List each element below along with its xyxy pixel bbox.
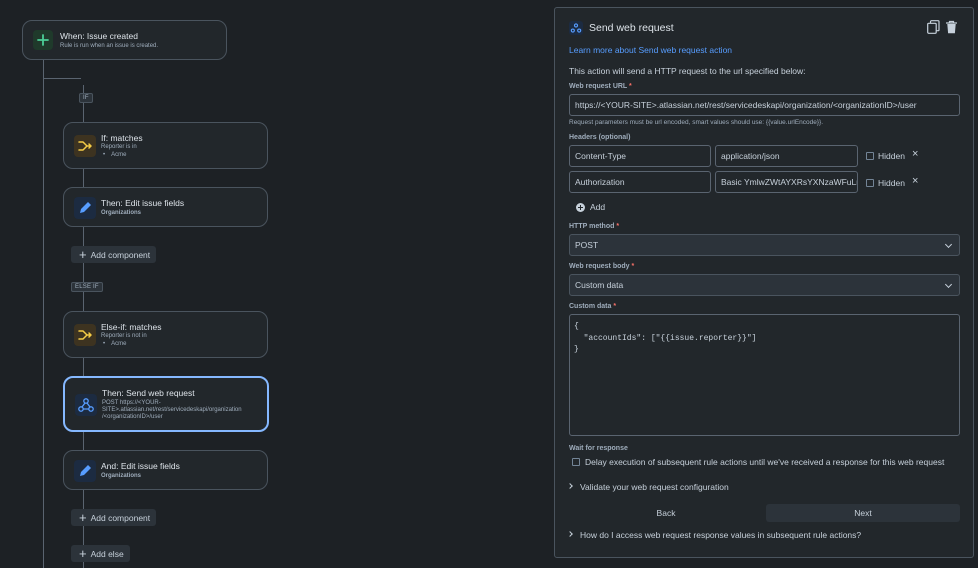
trigger-title: When: Issue created xyxy=(60,31,138,41)
main-connector xyxy=(43,60,44,568)
else-if-subtitle: Reporter is not in xyxy=(101,333,147,339)
send-web-request-line-3: /<organizationID>/user xyxy=(102,414,163,420)
method-value: POST xyxy=(575,240,599,250)
branch-icon xyxy=(74,324,96,346)
add-component-button-2[interactable]: + Add component xyxy=(71,509,157,526)
if-condition-value: Acme xyxy=(103,152,126,158)
else-if-title: Else-if: matches xyxy=(101,322,162,332)
header-name-input-2[interactable]: Authorization xyxy=(569,171,711,193)
panel-description: This action will send a HTTP request to … xyxy=(569,66,806,76)
validate-toggle[interactable]: Validate your web request configuration xyxy=(580,482,729,492)
custom-data-label: Custom data * xyxy=(569,303,617,310)
plus-icon: + xyxy=(79,247,87,262)
body-value: Custom data xyxy=(575,280,624,290)
send-web-request-line-2: SITE>.atlassian.net/rest/servicedeskapi/… xyxy=(102,407,242,413)
and-edit-card[interactable]: And: Edit issue fields Organizations xyxy=(63,450,268,490)
if-condition-card[interactable]: If: matches Reporter is in Acme xyxy=(63,122,268,169)
faq-toggle[interactable]: How do I access web request response val… xyxy=(580,530,861,540)
header-name-input[interactable]: Content-Type xyxy=(569,145,711,167)
and-edit-title: And: Edit issue fields xyxy=(101,461,180,471)
pencil-icon xyxy=(74,197,96,219)
send-web-request-line-1: POST https://<YOUR- xyxy=(102,400,161,406)
url-input[interactable]: https://<YOUR-SITE>.atlassian.net/rest/s… xyxy=(569,94,960,116)
send-web-request-panel: Send web request Learn more about Send w… xyxy=(554,7,974,558)
if-condition-subtitle: Reporter is in xyxy=(101,144,137,150)
remove-header-icon[interactable]: × xyxy=(912,148,918,160)
add-component-button[interactable]: + Add component xyxy=(71,246,157,263)
header-value-input-2[interactable]: Basic YmlwZWtAYXRsYXNzaWFuLm xyxy=(715,171,858,193)
add-header-button[interactable]: Add xyxy=(576,202,605,212)
chevron-down-icon xyxy=(944,240,953,249)
if-tag: IF xyxy=(79,93,93,103)
url-label: Web request URL * xyxy=(569,83,632,90)
wait-label: Wait for response xyxy=(569,445,628,452)
header-hidden-label: Hidden xyxy=(878,151,905,161)
add-component-label-2: Add component xyxy=(90,512,151,523)
trigger-card[interactable]: When: Issue created Rule is run when an … xyxy=(22,20,227,60)
url-help-text: Request parameters must be url encoded, … xyxy=(569,119,824,126)
branch-icon xyxy=(74,135,96,157)
else-if-condition-card[interactable]: Else-if: matches Reporter is not in Acme xyxy=(63,311,268,358)
chevron-right-icon xyxy=(567,483,573,489)
wait-checkbox-label: Delay execution of subsequent rule actio… xyxy=(585,457,945,467)
custom-data-textarea[interactable]: { "accountIds": ["{{issue.reporter}}"] } xyxy=(569,314,960,436)
learn-more-link[interactable]: Learn more about Send web request action xyxy=(569,45,732,55)
else-if-tag: ELSE IF xyxy=(71,282,103,292)
send-web-request-card[interactable]: Then: Send web request POST https://<YOU… xyxy=(63,376,269,432)
then-edit-card[interactable]: Then: Edit issue fields Organizations xyxy=(63,187,268,227)
add-header-label: Add xyxy=(590,202,606,212)
plus-icon: + xyxy=(79,546,87,561)
chevron-down-icon xyxy=(944,280,953,289)
add-else-button[interactable]: + Add else xyxy=(71,545,130,562)
branch-connector-top xyxy=(43,78,81,79)
body-label: Web request body * xyxy=(569,263,635,270)
add-circle-icon xyxy=(576,202,585,212)
header-value-input[interactable]: application/json xyxy=(715,145,858,167)
method-label: HTTP method * xyxy=(569,223,620,230)
remove-header-icon-2[interactable]: × xyxy=(912,175,918,187)
plus-icon xyxy=(33,30,53,50)
method-select[interactable]: POST xyxy=(569,234,960,256)
add-else-label: Add else xyxy=(90,548,124,559)
headers-label: Headers (optional) xyxy=(569,134,631,141)
else-if-value: Acme xyxy=(103,341,126,347)
if-condition-title: If: matches xyxy=(101,133,143,143)
header-hidden-checkbox-2[interactable] xyxy=(866,179,874,187)
then-edit-title: Then: Edit issue fields xyxy=(101,198,185,208)
trigger-subtitle: Rule is run when an issue is created. xyxy=(60,43,159,49)
panel-title: Send web request xyxy=(589,22,674,34)
wait-checkbox[interactable] xyxy=(572,458,580,466)
chevron-right-icon xyxy=(567,531,573,537)
webhook-icon xyxy=(569,21,583,35)
next-button[interactable]: Next xyxy=(766,504,960,522)
back-button[interactable]: Back xyxy=(569,504,763,522)
pencil-icon xyxy=(74,460,96,482)
copy-icon[interactable] xyxy=(927,20,940,39)
header-hidden-checkbox[interactable] xyxy=(866,152,874,160)
then-edit-subtitle: Organizations xyxy=(101,210,142,216)
body-select[interactable]: Custom data xyxy=(569,274,960,296)
send-web-request-title: Then: Send web request xyxy=(102,388,195,398)
add-component-label: Add component xyxy=(90,249,151,260)
header-hidden-label-2: Hidden xyxy=(878,178,905,188)
webhook-icon xyxy=(75,394,97,416)
plus-icon: + xyxy=(79,510,87,525)
trash-icon[interactable] xyxy=(945,20,958,39)
and-edit-subtitle: Organizations xyxy=(101,473,142,479)
